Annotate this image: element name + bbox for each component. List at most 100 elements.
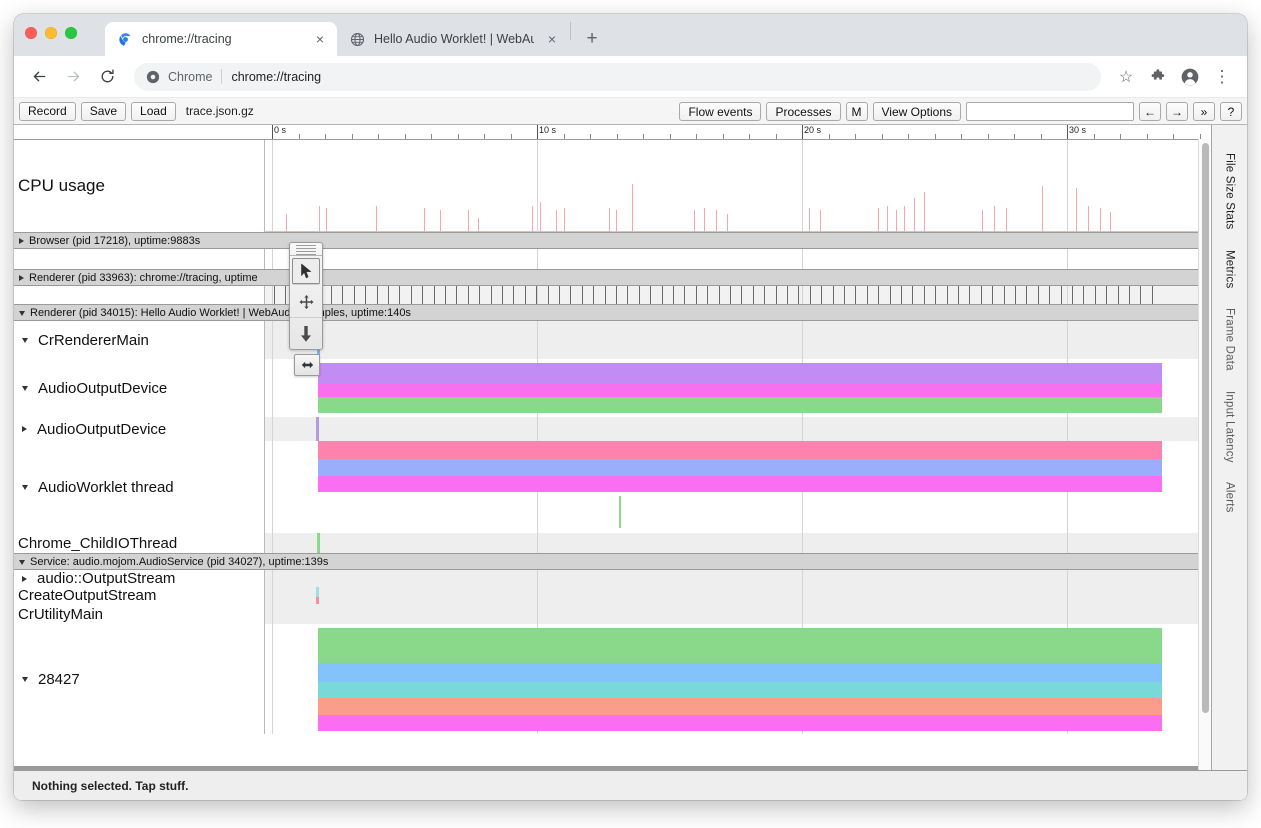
chevron-right-icon[interactable] <box>22 426 27 432</box>
thread-label-cell[interactable] <box>14 249 264 269</box>
chevron-right-icon[interactable] <box>22 576 27 582</box>
thread-track[interactable] <box>264 249 1211 269</box>
browser-menu-button[interactable]: ⋮ <box>1207 62 1237 92</box>
close-window-button[interactable] <box>25 27 37 39</box>
marker-violet[interactable] <box>316 417 319 441</box>
thread-track[interactable] <box>264 570 1211 587</box>
thread-label-cell[interactable] <box>14 286 264 304</box>
minimize-window-button[interactable] <box>45 27 57 39</box>
thread-track[interactable] <box>264 417 1211 441</box>
marker-green[interactable] <box>317 533 320 553</box>
view-options-button[interactable]: View Options <box>873 102 961 121</box>
process-header-row[interactable]: Browser (pid 17218), uptime:9883sX <box>14 232 1211 249</box>
thread-label-cell[interactable]: CrRendererMain <box>14 321 264 359</box>
audio-output-slice-magenta[interactable] <box>318 383 1162 397</box>
thread-track[interactable] <box>264 441 1211 533</box>
bookmark-star-icon[interactable]: ☆ <box>1111 62 1141 92</box>
overflow-button[interactable]: » <box>1193 102 1215 121</box>
process-header-row[interactable]: Renderer (pid 34015): Hello Audio Workle… <box>14 304 1211 321</box>
save-button[interactable]: Save <box>81 102 126 121</box>
search-prev-button[interactable]: ← <box>1139 102 1161 121</box>
thread-label-cell[interactable]: CrUtilityMain <box>14 604 264 624</box>
chevron-down-icon[interactable] <box>22 386 28 391</box>
marker-red[interactable] <box>316 597 319 604</box>
puzzle-piece-icon[interactable] <box>1143 62 1173 92</box>
worklet-slice-blue[interactable] <box>318 459 1162 476</box>
record-button[interactable]: Record <box>19 102 76 121</box>
pan-tool-button[interactable] <box>290 287 322 318</box>
address-bar[interactable]: Chrome chrome://tracing <box>134 63 1101 91</box>
audio-output-slice-green[interactable] <box>318 397 1162 413</box>
load-button[interactable]: Load <box>131 102 176 121</box>
close-tab-button[interactable]: × <box>544 31 560 47</box>
horizontal-resize-tool[interactable] <box>294 354 320 376</box>
thread-slice-salmon[interactable] <box>318 698 1162 715</box>
worklet-slice-magenta[interactable] <box>318 476 1162 492</box>
select-tool-button[interactable] <box>292 258 320 285</box>
thread-track[interactable] <box>264 533 1211 553</box>
thread-label-cell[interactable]: 28427 <box>14 624 264 734</box>
thread-label-cell[interactable]: CPU usage <box>14 140 264 232</box>
processes-button[interactable]: Processes <box>766 102 840 121</box>
search-next-button[interactable]: → <box>1166 102 1188 121</box>
thread-label-cell[interactable]: AudioWorklet thread <box>14 441 264 533</box>
thread-track[interactable] <box>264 286 1211 304</box>
side-tab-input-latency[interactable]: Input Latency <box>1224 381 1236 473</box>
track-gridline <box>537 417 538 441</box>
chevron-down-icon[interactable] <box>22 485 28 490</box>
chevron-right-icon[interactable] <box>19 238 24 244</box>
tab-hello-audio-worklet[interactable]: Hello Audio Worklet! | WebAud × <box>337 22 569 56</box>
tab-chrome-tracing[interactable]: chrome://tracing × <box>105 22 337 56</box>
metrics-toggle-button[interactable]: M <box>846 102 868 121</box>
chevron-down-icon[interactable] <box>22 677 28 682</box>
thread-label-cell[interactable]: AudioOutputDevice <box>14 417 264 441</box>
side-tab-alerts[interactable]: Alerts <box>1224 472 1236 523</box>
thread-label-cell[interactable]: Chrome_ChildIOThread <box>14 533 264 553</box>
thread-label-cell[interactable]: CreateOutputStream <box>14 587 264 604</box>
process-header-row[interactable]: Service: audio.mojom.AudioService (pid 3… <box>14 553 1211 570</box>
toolbox-drag-handle[interactable] <box>290 243 322 256</box>
maximize-window-button[interactable] <box>65 27 77 39</box>
new-tab-button[interactable]: + <box>578 24 606 52</box>
forward-button[interactable] <box>58 62 88 92</box>
chevron-down-icon[interactable] <box>19 311 25 316</box>
thread-track[interactable] <box>264 321 1211 359</box>
thread-slice-teal[interactable] <box>318 682 1162 698</box>
marker-green-late[interactable] <box>619 496 621 528</box>
scrollbar-thumb[interactable] <box>1202 143 1209 713</box>
timeline-ruler[interactable]: 0 s10 s20 s30 s <box>264 125 1211 139</box>
chevron-down-icon[interactable] <box>19 560 25 565</box>
marker-cyan[interactable] <box>316 587 319 597</box>
back-button[interactable] <box>24 62 54 92</box>
vertical-scrollbar[interactable] <box>1198 139 1211 770</box>
trace-rows-container[interactable]: CPU usageBrowser (pid 17218), uptime:988… <box>14 139 1211 770</box>
side-tab-metrics[interactable]: Metrics <box>1224 240 1236 298</box>
timeline-toolbox[interactable] <box>289 242 323 350</box>
close-tab-button[interactable]: × <box>312 31 328 47</box>
frame-tick <box>947 286 948 304</box>
worklet-slice-pink[interactable] <box>318 441 1162 459</box>
thread-track[interactable] <box>264 140 1211 232</box>
chrome-tracing-icon <box>117 31 133 47</box>
thread-slice-magenta[interactable] <box>318 715 1162 731</box>
side-tab-file-size-stats[interactable]: File Size Stats <box>1224 143 1236 240</box>
profile-icon[interactable] <box>1175 62 1205 92</box>
search-input[interactable] <box>966 102 1134 121</box>
side-tab-frame-data[interactable]: Frame Data <box>1224 298 1236 381</box>
thread-track[interactable] <box>264 587 1211 604</box>
thread-label-cell[interactable]: AudioOutputDevice <box>14 359 264 417</box>
thread-track[interactable] <box>264 624 1211 734</box>
flow-events-button[interactable]: Flow events <box>679 102 761 121</box>
zoom-tool-button[interactable] <box>290 318 322 349</box>
thread-slice-blue[interactable] <box>318 663 1162 682</box>
chevron-down-icon[interactable] <box>22 338 28 343</box>
thread-label-cell[interactable]: audio::OutputStream <box>14 570 264 587</box>
thread-slice-green[interactable] <box>318 628 1162 663</box>
process-header-row[interactable]: Renderer (pid 33963): chrome://tracing, … <box>14 269 1211 286</box>
help-button[interactable]: ? <box>1220 102 1242 121</box>
chevron-right-icon[interactable] <box>19 275 24 281</box>
audio-output-slice-purple[interactable] <box>318 363 1162 383</box>
thread-track[interactable] <box>264 359 1211 417</box>
thread-track[interactable] <box>264 604 1211 624</box>
reload-button[interactable] <box>92 62 122 92</box>
